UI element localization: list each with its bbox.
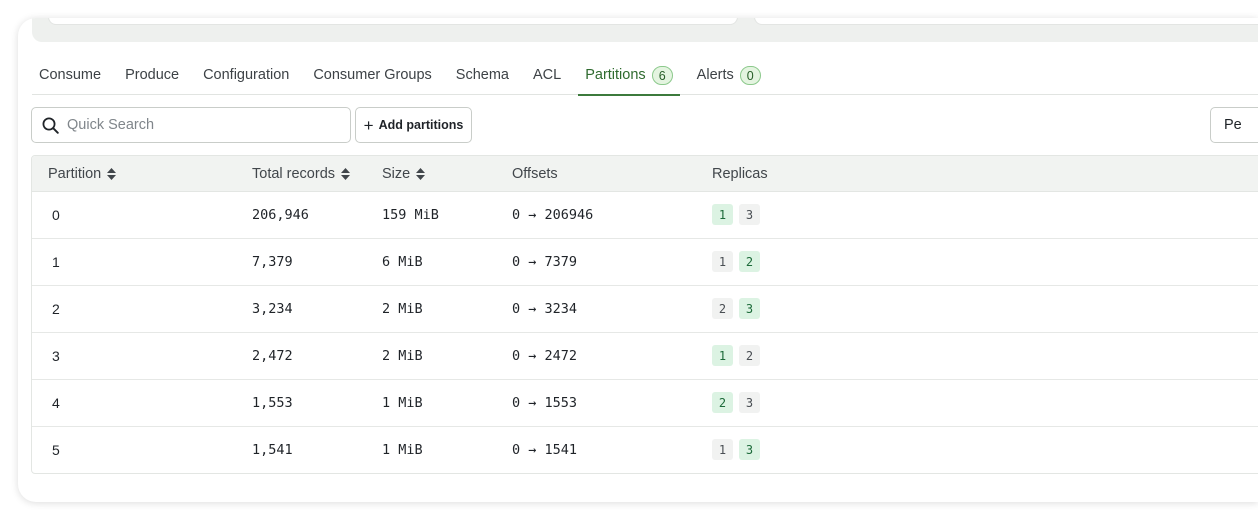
tab-consume[interactable]: Consume [32, 62, 108, 95]
search-input[interactable] [67, 117, 337, 133]
partition-cell: 0 [52, 207, 60, 223]
column-header-label: Size [382, 166, 411, 182]
per-page-label: Pe [1224, 117, 1242, 133]
total-records-cell: 2,472 [252, 348, 293, 364]
replicas-cell: 13 [712, 204, 760, 225]
column-header-offsets: Offsets [512, 166, 558, 182]
table-row[interactable]: 1 7,379 6 MiB 0 → 7379 1 2 [32, 239, 1258, 286]
sort-icon [416, 168, 426, 180]
offsets-cell: 0 → 2472 [512, 348, 578, 364]
replica-leader-badge: 1 [712, 204, 733, 225]
topic-detail-card: Consume Produce Configuration Consumer G… [18, 18, 1258, 502]
partitions-table: Partition Total records Size Offsets Rep… [31, 155, 1258, 474]
size-cell: 2 MiB [382, 348, 423, 364]
replicas-cell: 23 [712, 298, 760, 319]
top-panel [32, 18, 1258, 42]
size-cell: 2 MiB [382, 301, 423, 317]
top-panel-box [754, 18, 1258, 25]
offsets-cell: 0 → 7379 [512, 254, 578, 270]
column-header-label: Partition [48, 166, 102, 182]
table-row[interactable]: 0 206,946 159 MiB 0 → 206946 1 3 [32, 192, 1258, 239]
tab-partitions[interactable]: Partitions 6 [578, 62, 681, 96]
offsets-cell: 0 → 3234 [512, 301, 578, 317]
offsets-cell: 0 → 1553 [512, 395, 578, 411]
size-cell: 1 MiB [382, 442, 423, 458]
table-row[interactable]: 3 2,472 2 MiB 0 → 2472 1 2 [32, 333, 1258, 380]
replica-leader-badge: 1 [712, 345, 733, 366]
offsets-cell: 0 → 206946 [512, 207, 594, 223]
partition-cell: 4 [52, 395, 60, 411]
tab-label: Consume [39, 67, 102, 83]
tab-label: ACL [533, 67, 562, 83]
quick-search[interactable] [31, 107, 351, 143]
add-partitions-label: Add partitions [378, 118, 464, 132]
column-header-replicas: Replicas [712, 166, 768, 182]
table-row[interactable]: 2 3,234 2 MiB 0 → 3234 2 3 [32, 286, 1258, 333]
size-cell: 159 MiB [382, 207, 439, 223]
replicas-cell: 12 [712, 251, 760, 272]
partition-cell: 5 [52, 442, 60, 458]
replicas-cell: 13 [712, 439, 760, 460]
replicas-cell: 12 [712, 345, 760, 366]
replica-badge: 1 [712, 251, 733, 272]
sort-icon [341, 168, 351, 180]
tab-produce[interactable]: Produce [118, 62, 186, 95]
column-header-label: Total records [252, 166, 336, 182]
tab-label: Schema [455, 67, 509, 83]
replica-leader-badge: 2 [739, 251, 760, 272]
tab-label: Consumer Groups [313, 67, 432, 83]
tab-label: Configuration [203, 67, 290, 83]
count-badge: 0 [739, 66, 761, 85]
total-records-cell: 7,379 [252, 254, 293, 270]
tab-bar: Consume Produce Configuration Consumer G… [32, 62, 1258, 96]
total-records-cell: 206,946 [252, 207, 309, 223]
table-body: 0 206,946 159 MiB 0 → 206946 1 3 1 7,379 6 MiB 0 … [32, 192, 1258, 473]
replica-leader-badge: 3 [739, 439, 760, 460]
total-records-cell: 1,553 [252, 395, 293, 411]
column-header-size[interactable]: Size [382, 166, 426, 182]
tab-consumer-groups[interactable]: Consumer Groups [306, 62, 438, 95]
total-records-cell: 1,541 [252, 442, 293, 458]
replica-badge: 3 [739, 204, 760, 225]
replicas-cell: 23 [712, 392, 760, 413]
sort-icon [107, 168, 117, 180]
tab-label: Produce [125, 67, 180, 83]
size-cell: 6 MiB [382, 254, 423, 270]
tab-label: Partitions [585, 67, 646, 83]
partition-cell: 1 [52, 254, 60, 270]
tab-label: Alerts [696, 67, 734, 83]
replica-badge: 2 [739, 345, 760, 366]
replica-leader-badge: 3 [739, 298, 760, 319]
search-icon [42, 117, 59, 134]
tab-alerts[interactable]: Alerts 0 [690, 62, 768, 95]
per-page-select[interactable]: Pe [1210, 107, 1258, 143]
add-partitions-button[interactable]: + Add partitions [355, 107, 472, 143]
table-row[interactable]: 5 1,541 1 MiB 0 → 1541 1 3 [32, 427, 1258, 473]
replica-badge: 1 [712, 439, 733, 460]
offsets-cell: 0 → 1541 [512, 442, 578, 458]
table-row[interactable]: 4 1,553 1 MiB 0 → 1553 2 3 [32, 380, 1258, 427]
table-header: Partition Total records Size Offsets Rep… [32, 156, 1258, 192]
column-header-partition[interactable]: Partition [48, 166, 117, 182]
plus-icon: + [363, 115, 374, 135]
column-header-label: Replicas [712, 166, 768, 182]
total-records-cell: 3,234 [252, 301, 293, 317]
replica-badge: 3 [739, 392, 760, 413]
count-badge: 6 [651, 66, 673, 85]
replica-badge: 2 [712, 298, 733, 319]
partition-cell: 2 [52, 301, 60, 317]
size-cell: 1 MiB [382, 395, 423, 411]
replica-leader-badge: 2 [712, 392, 733, 413]
column-header-total-records[interactable]: Total records [252, 166, 351, 182]
partition-cell: 3 [52, 348, 60, 364]
tab-acl[interactable]: ACL [526, 62, 568, 95]
tab-schema[interactable]: Schema [449, 62, 516, 95]
column-header-label: Offsets [512, 166, 558, 182]
tab-configuration[interactable]: Configuration [196, 62, 296, 95]
top-panel-box [48, 18, 738, 25]
